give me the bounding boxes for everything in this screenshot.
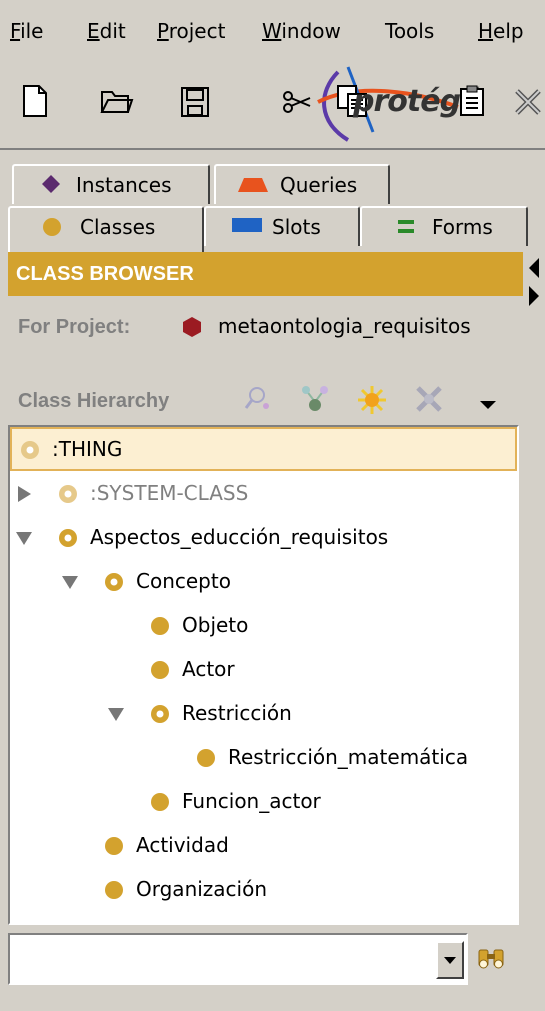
menu-bar: File Edit Project Window Tools Help (0, 0, 545, 62)
for-project-row: For Project: metaontologia_requisitos (18, 314, 471, 339)
class-hierarchy-tree[interactable]: :THING :SYSTEM-CLASS Aspectos_educción_req… (8, 425, 519, 925)
class-icon (105, 881, 123, 899)
class-browser-header: CLASS BROWSER (8, 252, 523, 296)
menu-arrow-icon[interactable] (480, 392, 496, 416)
cut-icon[interactable] (282, 90, 312, 114)
panel-collapse-arrows[interactable] (521, 252, 541, 312)
tree-node-label: Actividad (136, 833, 229, 857)
search-dropdown-button[interactable] (436, 941, 464, 979)
for-project-label: For Project: (18, 316, 131, 338)
expanded-arrow-icon[interactable] (62, 574, 78, 590)
class-hierarchy-label: Class Hierarchy (18, 390, 170, 412)
project-name: metaontologia_requisitos (218, 314, 471, 338)
tree-node[interactable]: Aspectos_educción_requisitos (10, 515, 517, 559)
class-icon (151, 661, 169, 679)
expanded-arrow-icon[interactable] (108, 706, 124, 722)
tab-classes-label: Classes (80, 215, 156, 239)
diamond-icon (42, 175, 60, 193)
find-button[interactable] (476, 944, 506, 977)
protege-logo: protégé (278, 62, 545, 148)
abstract-class-icon (105, 573, 123, 591)
tree-node-label: Aspectos_educción_requisitos (90, 525, 389, 549)
create-subclass-icon[interactable] (300, 384, 330, 419)
tree-node-label: Restricción (182, 701, 292, 725)
tree-node[interactable]: Restricción_matemática (10, 735, 517, 779)
class-search-combobox[interactable] (8, 933, 468, 985)
project-hexagon-icon (183, 317, 201, 337)
binoculars-icon (478, 949, 504, 969)
tree-node[interactable]: Objeto (10, 603, 517, 647)
menu-project[interactable]: Project (157, 18, 225, 44)
tab-forms[interactable]: Forms (360, 206, 528, 246)
menu-window[interactable]: Window (262, 18, 341, 44)
tab-slots[interactable]: Slots (204, 206, 360, 246)
lines-icon (398, 220, 414, 233)
new-file-icon[interactable] (22, 84, 48, 118)
abstract-class-icon (21, 441, 39, 459)
chevron-down-icon (444, 957, 456, 964)
menu-file[interactable]: File (10, 18, 43, 44)
abstract-class-icon (59, 529, 77, 547)
tree-node-label: :THING (52, 437, 123, 461)
tree-node-label: Objeto (182, 613, 249, 637)
tree-node-label: :SYSTEM-CLASS (90, 481, 249, 505)
protege-window: File Edit Project Window Tools Help prot… (0, 0, 545, 1011)
search-class-icon[interactable] (244, 384, 274, 419)
toolbar: protégé (0, 62, 545, 150)
class-icon (197, 749, 215, 767)
create-class-icon[interactable] (356, 384, 388, 421)
tab-instances-label: Instances (76, 173, 172, 197)
tab-classes[interactable]: Classes (8, 206, 204, 252)
circle-icon (43, 218, 61, 236)
tree-node[interactable]: :THING (10, 427, 517, 471)
tab-instances[interactable]: Instances (12, 164, 210, 204)
rect-icon (232, 218, 262, 232)
tree-node[interactable]: Restricción (10, 691, 517, 735)
triangle-icon (238, 178, 268, 192)
collapse-arrows-icon (529, 258, 539, 306)
menu-tools[interactable]: Tools (385, 18, 434, 44)
menu-help[interactable]: Help (478, 18, 524, 44)
tree-node[interactable]: Funcion_actor (10, 779, 517, 823)
tree-node[interactable]: Actor (10, 647, 517, 691)
class-icon (151, 617, 169, 635)
tree-node-label: Restricción_matemática (228, 745, 469, 769)
tree-node-label: Actor (182, 657, 235, 681)
abstract-class-icon (151, 705, 169, 723)
class-search-input[interactable] (14, 945, 424, 973)
tree-node-label: Organización (136, 877, 268, 901)
paste-icon[interactable] (458, 84, 488, 118)
tab-queries[interactable]: Queries (214, 164, 390, 204)
class-icon (105, 837, 123, 855)
delete-class-icon[interactable] (414, 384, 444, 419)
tree-node[interactable]: :SYSTEM-CLASS (10, 471, 517, 515)
menu-edit[interactable]: Edit (87, 18, 126, 44)
class-icon (151, 793, 169, 811)
tab-queries-label: Queries (280, 173, 358, 197)
abstract-class-icon (59, 485, 77, 503)
tree-node-label: Concepto (136, 569, 231, 593)
open-folder-icon[interactable] (100, 88, 134, 116)
tree-node-label: Funcion_actor (182, 789, 321, 813)
tree-node[interactable]: Concepto (10, 559, 517, 603)
collapsed-arrow-icon[interactable] (16, 486, 32, 502)
save-icon[interactable] (180, 86, 210, 118)
tree-node[interactable]: Organización (10, 867, 517, 911)
tree-node[interactable]: Actividad (10, 823, 517, 867)
close-icon[interactable] (514, 88, 542, 116)
expanded-arrow-icon[interactable] (16, 530, 32, 546)
tab-forms-label: Forms (432, 215, 493, 239)
tab-slots-label: Slots (272, 215, 321, 239)
